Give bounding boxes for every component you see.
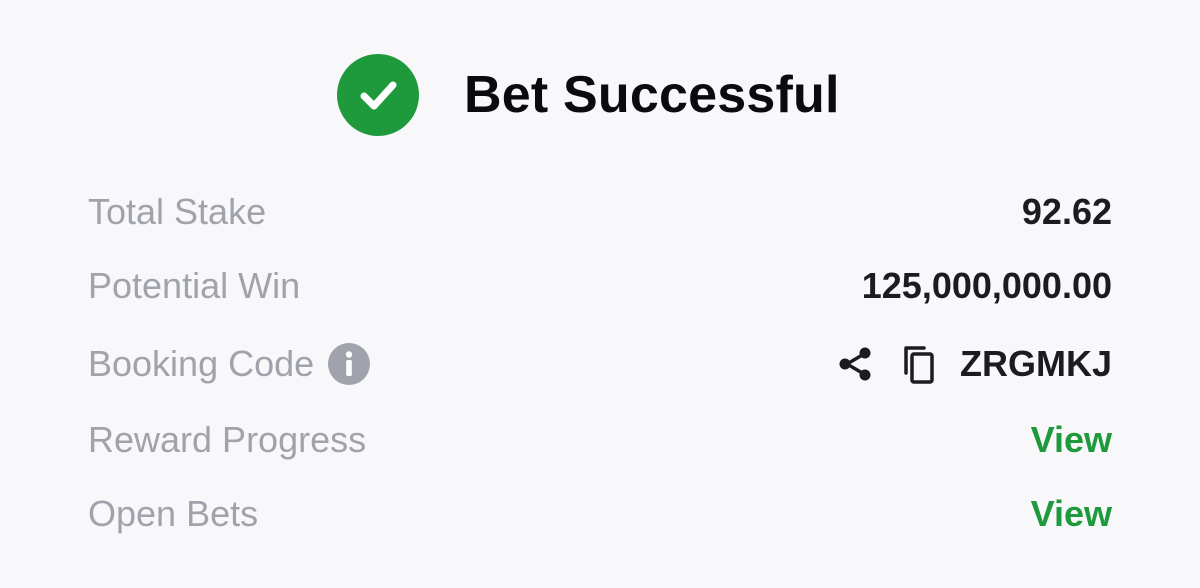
share-icon[interactable] (834, 343, 876, 385)
potential-win-row: Potential Win 125,000,000.00 (88, 262, 1112, 310)
total-stake-row: Total Stake 92.62 (88, 188, 1112, 236)
bet-success-header: Bet Successful (0, 54, 1200, 136)
open-bets-label: Open Bets (88, 493, 259, 534)
total-stake-label: Total Stake (88, 191, 267, 232)
booking-code-label: Booking Code (88, 343, 315, 384)
open-bets-row: Open Bets View (88, 490, 1112, 538)
booking-code-label-group: Booking Code (88, 340, 371, 388)
booking-code-value: ZRGMKJ (960, 343, 1112, 384)
page-title: Bet Successful (464, 66, 840, 124)
info-icon[interactable] (328, 343, 371, 385)
potential-win-value: 125,000,000.00 (861, 265, 1112, 306)
total-stake-value: 92.62 (1021, 191, 1112, 232)
check-circle-icon (337, 54, 419, 136)
reward-progress-view-link[interactable]: View (1031, 416, 1112, 464)
potential-win-label: Potential Win (88, 265, 301, 306)
reward-progress-row: Reward Progress View (88, 416, 1112, 464)
reward-progress-label: Reward Progress (88, 419, 367, 460)
copy-icon[interactable] (898, 343, 940, 385)
booking-code-value-group: ZRGMKJ (834, 340, 1112, 388)
open-bets-view-link[interactable]: View (1031, 490, 1112, 538)
booking-code-row: Booking Code ZRGMKJ (88, 340, 1112, 388)
